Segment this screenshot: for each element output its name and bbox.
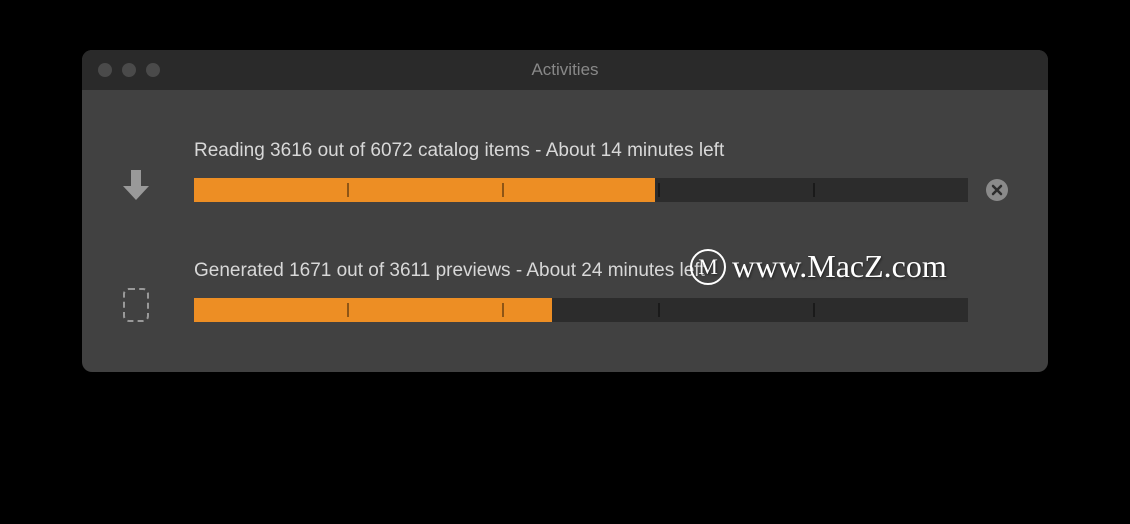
close-icon (991, 184, 1003, 196)
progress-container (194, 178, 1008, 202)
progress-container (194, 298, 1008, 322)
traffic-lights (82, 63, 160, 77)
progress-ticks (194, 178, 968, 202)
activities-content: Reading 3616 out of 6072 catalog items -… (82, 90, 1048, 372)
progress-ticks (194, 298, 968, 322)
progress-bar (194, 178, 968, 202)
window-title: Activities (82, 60, 1048, 80)
titlebar[interactable]: Activities (82, 50, 1048, 90)
maximize-window-button[interactable] (146, 63, 160, 77)
activity-body: Reading 3616 out of 6072 catalog items -… (166, 140, 1008, 202)
activity-body: Generated 1671 out of 3611 previews - Ab… (166, 260, 1008, 322)
cancel-activity-button[interactable] (986, 179, 1008, 201)
dashed-rect-icon (106, 260, 166, 322)
download-arrow-icon (106, 140, 166, 202)
activity-row: Generated 1671 out of 3611 previews - Ab… (106, 260, 1008, 322)
activity-label: Generated 1671 out of 3611 previews - Ab… (194, 260, 1008, 282)
progress-bar (194, 298, 968, 322)
activity-label: Reading 3616 out of 6072 catalog items -… (194, 140, 1008, 162)
activities-window: Activities Reading 3616 out of 6072 cata… (82, 50, 1048, 372)
minimize-window-button[interactable] (122, 63, 136, 77)
activity-row: Reading 3616 out of 6072 catalog items -… (106, 140, 1008, 202)
close-window-button[interactable] (98, 63, 112, 77)
